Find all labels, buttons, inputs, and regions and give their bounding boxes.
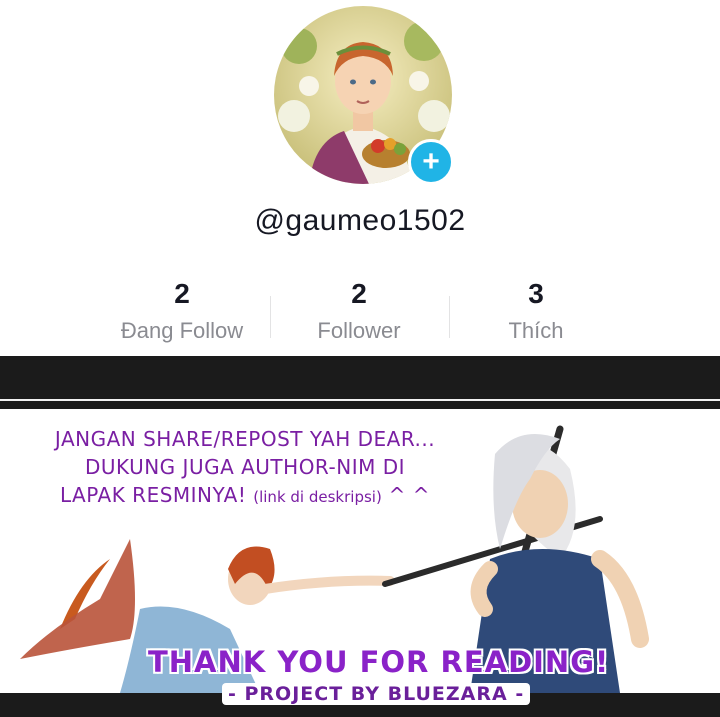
stat-followers[interactable]: 2 Follower [259,278,459,344]
thank-you-text: THANK YOU FOR READING! [148,645,610,679]
notice-line-1: JANGAN SHARE/REPOST YAH DEAR... [54,427,436,451]
description-link-note: (link di deskripsi) [253,488,382,506]
followers-count: 2 [351,278,367,309]
stat-following[interactable]: 2 Đang Follow [82,278,282,344]
username: @gaumeo1502 [254,204,466,237]
dark-band-bottom [0,401,720,409]
notice-text: JANGAN SHARE/REPOST YAH DEAR... DUKUNG J… [10,425,480,511]
profile-stats: 2 Đang Follow 2 Follower 3 Thích [0,278,720,348]
notice-line-3: LAPAK RESMINYA! (link di deskripsi) ^ ^ [10,481,480,511]
following-count: 2 [174,278,190,309]
following-label: Đang Follow [120,318,244,343]
credits-banner: JANGAN SHARE/REPOST YAH DEAR... DUKUNG J… [0,409,720,693]
likes-count: 3 [528,278,544,309]
profile-header: + @gaumeo1502 2 Đang Follow 2 Follower 3… [0,0,720,356]
project-credit: - PROJECT BY BLUEZARA - [222,683,531,705]
likes-label: Thích [508,318,564,343]
dark-band [0,356,720,400]
add-follow-button[interactable]: + [408,139,454,185]
avatar-container: + [274,6,454,185]
stat-likes[interactable]: 3 Thích [436,278,636,344]
notice-line-2: DUKUNG JUGA AUTHOR-NIM DI [84,455,406,479]
notice-line-3-main: LAPAK RESMINYA! [59,483,247,507]
plus-icon: + [422,145,440,178]
notice-emoticon: ^ ^ [388,483,431,507]
followers-label: Follower [317,318,401,343]
